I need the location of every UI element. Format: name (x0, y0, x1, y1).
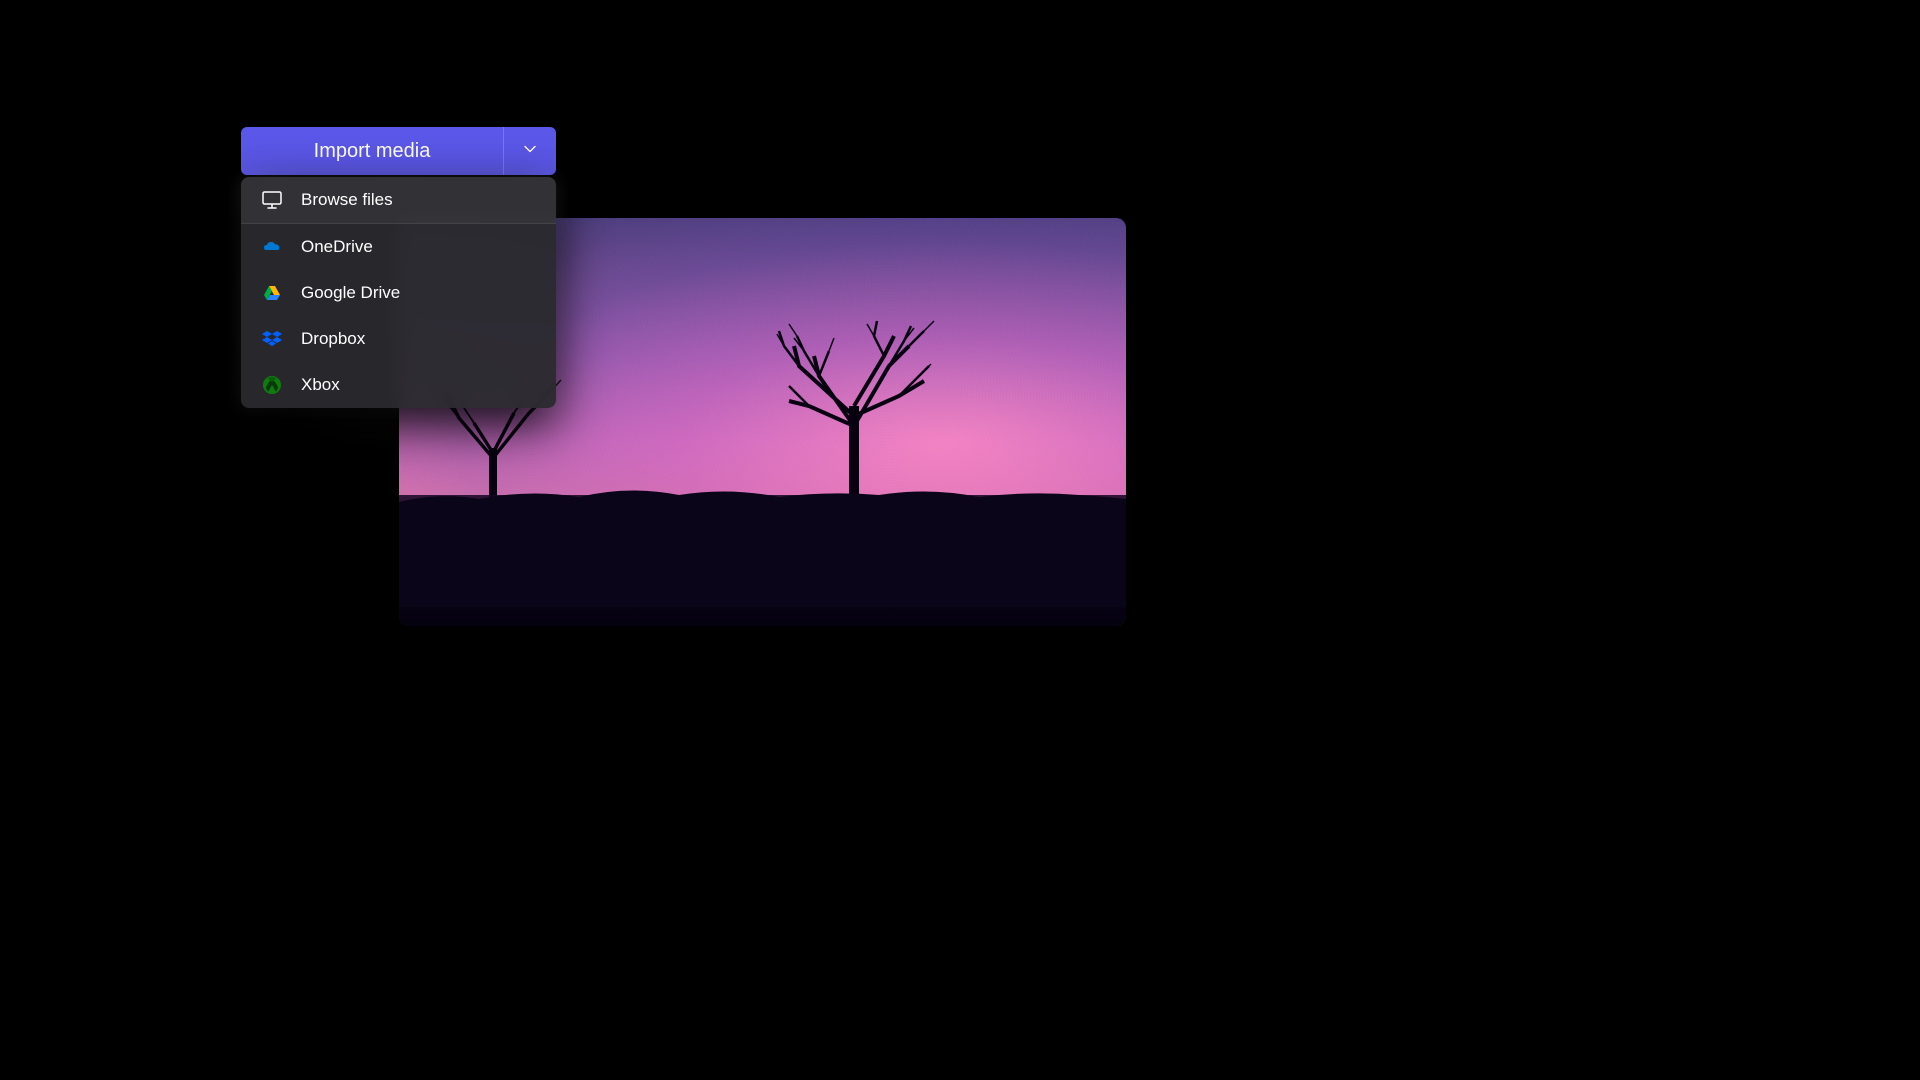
import-media-button[interactable]: Import media (241, 127, 504, 175)
import-media-split-button: Import media (241, 127, 556, 175)
dropdown-item-label: OneDrive (301, 237, 373, 257)
dropdown-item-label: Dropbox (301, 329, 365, 349)
dropdown-item-label: Browse files (301, 190, 393, 210)
preview-ground (399, 495, 1126, 626)
import-source-dropdown: Browse files OneDrive Google Drive (241, 177, 556, 408)
xbox-icon (261, 374, 283, 396)
dropdown-item-label: Google Drive (301, 283, 400, 303)
monitor-icon (261, 189, 283, 211)
import-media-dropdown-toggle[interactable] (504, 127, 556, 175)
dropdown-item-dropbox[interactable]: Dropbox (241, 316, 556, 362)
chevron-down-icon (523, 142, 537, 161)
dropdown-item-googledrive[interactable]: Google Drive (241, 270, 556, 316)
dropdown-item-xbox[interactable]: Xbox (241, 362, 556, 408)
onedrive-icon (261, 236, 283, 258)
dropdown-item-browse-files[interactable]: Browse files (241, 177, 556, 223)
dropdown-item-onedrive[interactable]: OneDrive (241, 224, 556, 270)
googledrive-icon (261, 282, 283, 304)
import-media-label: Import media (314, 140, 431, 163)
dropdown-item-label: Xbox (301, 375, 340, 395)
dropbox-icon (261, 328, 283, 350)
